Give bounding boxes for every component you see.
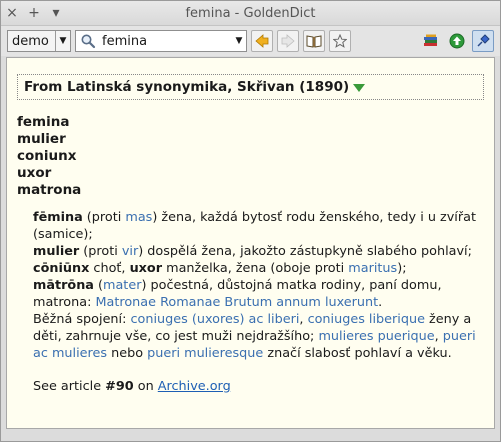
word-link[interactable]: mas — [125, 210, 152, 225]
favorites-button[interactable] — [329, 30, 351, 52]
toolbar: demo ▼ femina ▼ — [1, 26, 500, 56]
dictionary-icon — [306, 35, 322, 48]
see-text: See article — [33, 379, 106, 394]
dictionary-header[interactable]: From Latinská synonymika, Skřivan (1890) — [17, 74, 484, 100]
collapse-triangle-icon[interactable] — [353, 84, 366, 92]
word-link[interactable]: vir — [122, 244, 138, 259]
chevron-down-icon[interactable]: ▼ — [55, 31, 70, 51]
headword: coniunx — [17, 148, 77, 164]
entry-word: mātrōna — [33, 278, 94, 293]
entry-text: . — [378, 295, 383, 310]
forward-icon — [281, 34, 295, 48]
article-body: fēmina (proti mas) žena, každá bytosť ro… — [17, 209, 484, 395]
word-link[interactable]: maritus — [348, 261, 397, 276]
title-bar: × + ▾ femina - GoldenDict — [1, 1, 500, 26]
entry-word: uxor — [129, 261, 163, 276]
headword: uxor — [17, 165, 52, 181]
phrase-link[interactable]: mulieres puerique — [318, 329, 434, 344]
see-text: on — [133, 379, 158, 394]
search-input-value: femina — [102, 33, 148, 49]
app-window: × + ▾ femina - GoldenDict demo ▼ femina … — [0, 0, 501, 442]
entry-common-phrases: Běžná spojení: coniuges (uxores) ac libe… — [33, 311, 484, 362]
add-button[interactable]: + — [23, 2, 45, 24]
entry-coniunx: cōniūnx choť, uxor manželka, žena (oboje… — [33, 260, 484, 277]
entry-text: manželka, žena (oboje proti — [162, 261, 349, 276]
headword-list: femina mulier coniunx uxor matrona — [17, 114, 484, 199]
entry-text: Běžná spojení: — [33, 312, 131, 327]
back-icon — [255, 34, 269, 48]
entry-text: (proti — [79, 244, 122, 259]
window-menu-button[interactable]: ▾ — [45, 2, 67, 24]
home-icon — [449, 33, 465, 49]
phrase-link[interactable]: coniuges liberique — [308, 312, 425, 327]
article-number: #90 — [105, 379, 134, 394]
window-title: femina - GoldenDict — [185, 5, 316, 21]
entry-femina: fēmina (proti mas) žena, každá bytosť ro… — [33, 209, 484, 243]
phrase-link[interactable]: Matronae Romanae Brutum annum luxerunt — [95, 295, 378, 310]
phrase-link[interactable]: pueri mulieresque — [147, 346, 263, 361]
word-link[interactable]: mater — [103, 278, 141, 293]
see-article-line: See article #90 on Archive.org — [33, 378, 484, 395]
favorites-star-icon — [333, 34, 347, 48]
entry-text: , — [299, 312, 308, 327]
back-button[interactable] — [251, 30, 273, 52]
pin-icon — [477, 34, 490, 47]
search-input[interactable]: femina ▼ — [75, 30, 247, 52]
entry-word: cōniūnx — [33, 261, 90, 276]
entry-word: fēmina — [33, 210, 83, 225]
entry-matrona: mātrōna (mater) počestná, důstojná matka… — [33, 277, 484, 311]
pin-button[interactable] — [472, 30, 494, 52]
article-view: From Latinská synonymika, Skřivan (1890)… — [6, 57, 495, 429]
headword: femina — [17, 114, 70, 130]
entry-text: ); — [397, 261, 407, 276]
search-icon — [81, 34, 96, 49]
status-bar — [1, 431, 500, 441]
phrase-link[interactable]: coniuges (uxores) ac liberi — [130, 312, 299, 327]
entry-text: ( — [93, 278, 103, 293]
entry-mulier: mulier (proti vir) dospělá žena, jakožto… — [33, 243, 484, 260]
dictionaries-button[interactable] — [303, 30, 325, 52]
headword: mulier — [17, 131, 66, 147]
entry-text: značí slabosť pohlaví a věku. — [263, 346, 452, 361]
dictionary-name: From Latinská synonymika, Skřivan (1890) — [24, 79, 350, 95]
group-select[interactable]: demo ▼ — [7, 30, 71, 52]
entry-word: mulier — [33, 244, 80, 259]
forward-button[interactable] — [277, 30, 299, 52]
entry-text: choť, — [89, 261, 130, 276]
search-history-chevron-icon[interactable]: ▼ — [232, 31, 246, 51]
headword: matrona — [17, 182, 82, 198]
books-button[interactable] — [420, 30, 442, 52]
group-select-value: demo — [12, 33, 49, 49]
archive-link[interactable]: Archive.org — [158, 379, 231, 394]
books-icon — [424, 34, 437, 46]
entry-text: nebo — [107, 346, 148, 361]
entry-text: , — [434, 329, 443, 344]
entry-text: (proti — [82, 210, 126, 225]
close-button[interactable]: × — [1, 2, 23, 24]
home-button[interactable] — [446, 30, 468, 52]
entry-text: ) dospělá žena, jakožto zástupkyně slabé… — [138, 244, 472, 259]
